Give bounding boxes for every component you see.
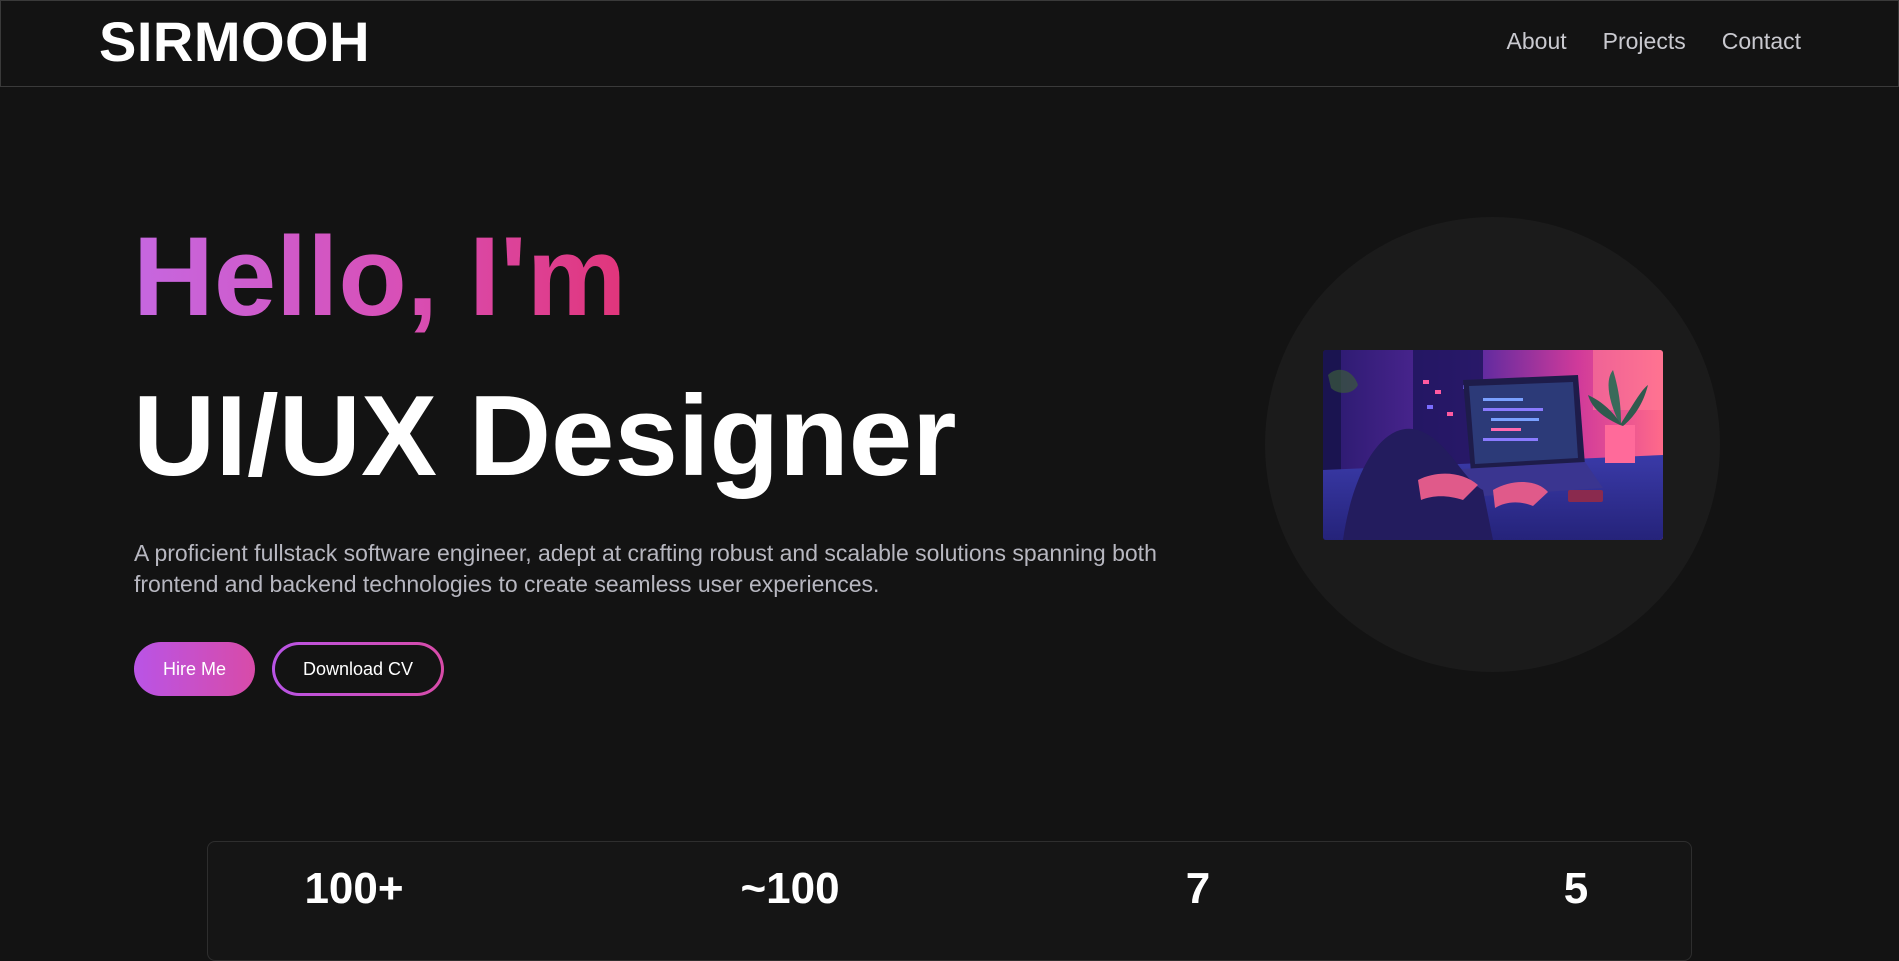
nav-link-about[interactable]: About — [1507, 26, 1567, 56]
hero-illustration — [1323, 350, 1663, 540]
stats-card: 100+ ~100 7 5 — [207, 841, 1692, 961]
download-cv-label: Download CV — [275, 645, 441, 693]
brand-logo[interactable]: SIRMOOH — [99, 11, 370, 73]
nav-link-contact[interactable]: Contact — [1722, 26, 1801, 56]
nav-link-projects[interactable]: Projects — [1603, 26, 1686, 56]
hire-me-button[interactable]: Hire Me — [134, 642, 255, 696]
navbar: SIRMOOH About Projects Contact — [0, 0, 1899, 87]
stat-value: 7 — [1185, 864, 1211, 913]
hero-greeting: Hello, I'm — [133, 212, 626, 342]
stat-value: ~100 — [740, 864, 840, 913]
download-cv-button[interactable]: Download CV — [272, 642, 444, 696]
hero-title: UI/UX Designer — [133, 373, 957, 500]
nav-links: About Projects Contact — [1507, 26, 1801, 56]
stat-value: 100+ — [304, 864, 404, 913]
stat-value: 5 — [1563, 864, 1589, 913]
hero-description: A proficient fullstack software engineer… — [134, 540, 1157, 597]
